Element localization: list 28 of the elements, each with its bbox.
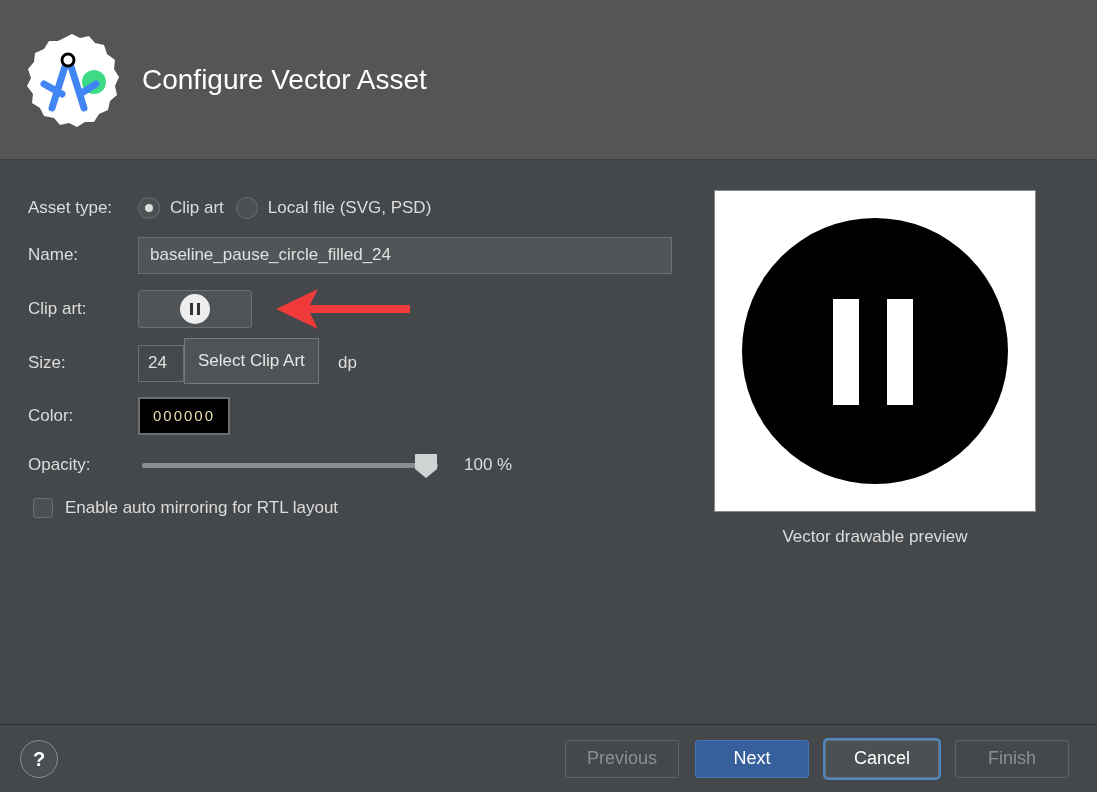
radio-button[interactable] xyxy=(235,197,258,219)
slider-thumb[interactable] xyxy=(414,452,438,479)
size-field[interactable]: 24 xyxy=(138,344,184,382)
opacity-value: 100 % xyxy=(464,454,513,477)
field-label: Size: xyxy=(28,352,67,375)
radio-option[interactable]: Clip art xyxy=(138,195,224,221)
dialog-button[interactable]: Cancel xyxy=(825,739,939,778)
help-button[interactable]: ? xyxy=(20,739,58,778)
field-label: Clip art: xyxy=(28,298,88,321)
radio-button[interactable] xyxy=(138,197,160,219)
auto-mirroring-checkbox-row[interactable]: Enable auto mirroring for RTL layout xyxy=(33,488,672,528)
dialog-title: Configure Vector Asset xyxy=(142,62,427,97)
preview-caption: Vector drawable preview xyxy=(782,526,968,548)
pause-circle-icon xyxy=(741,217,1009,485)
field-label: Name: xyxy=(28,244,80,267)
dialog-button[interactable]: Next xyxy=(695,739,809,778)
size-unit: dp xyxy=(338,352,357,375)
field-label: Color: xyxy=(28,405,75,428)
radio-option[interactable]: Local file (SVG, PSD) xyxy=(235,195,432,221)
pause-icon xyxy=(179,293,211,325)
tooltip: Select Clip Art xyxy=(184,338,319,384)
field-label: Opacity: xyxy=(28,454,92,477)
color-swatch[interactable]: 000000 xyxy=(138,397,230,435)
name-field[interactable]: baseline_pause_circle_filled_24 xyxy=(138,236,672,274)
opacity-slider[interactable] xyxy=(142,451,438,479)
clip-art-button[interactable] xyxy=(138,290,252,328)
checkbox[interactable] xyxy=(33,498,53,518)
field-label: Asset type: xyxy=(28,197,114,220)
